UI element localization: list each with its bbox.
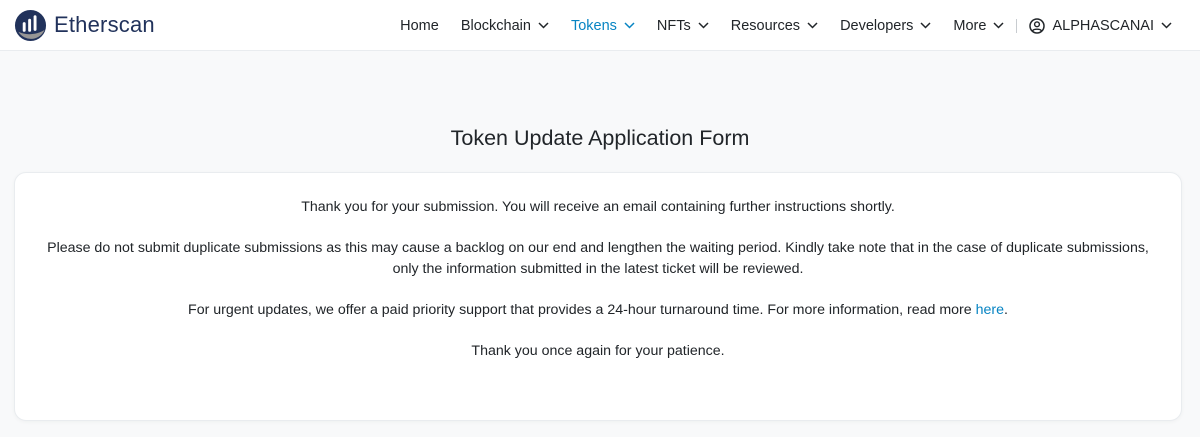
nav-more[interactable]: More bbox=[953, 18, 1004, 34]
nav-user-label: ALPHASCANAI bbox=[1052, 17, 1154, 34]
chevron-down-icon bbox=[624, 22, 635, 29]
urgent-support-text: For urgent updates, we offer a paid prio… bbox=[188, 302, 976, 318]
read-more-here-link[interactable]: here bbox=[976, 302, 1004, 318]
page-title: Token Update Application Form bbox=[450, 126, 750, 150]
nav-blockchain[interactable]: Blockchain bbox=[461, 18, 549, 34]
user-circle-icon bbox=[1029, 17, 1046, 34]
chevron-down-icon bbox=[807, 22, 818, 29]
brand-home-link[interactable]: Etherscan bbox=[14, 8, 155, 42]
urgent-support-message: For urgent updates, we offer a paid prio… bbox=[41, 300, 1155, 321]
confirmation-card: Thank you for your submission. You will … bbox=[14, 172, 1182, 421]
urgent-support-suffix: . bbox=[1004, 302, 1008, 318]
nav-tokens[interactable]: Tokens bbox=[571, 18, 635, 34]
nav-resources[interactable]: Resources bbox=[731, 18, 818, 34]
nav-tokens-label: Tokens bbox=[570, 17, 617, 34]
etherscan-logo-icon bbox=[14, 9, 47, 41]
brand-name: Etherscan bbox=[54, 12, 155, 37]
main-nav: Home Blockchain Tokens NFTs Resources De… bbox=[378, 0, 1172, 51]
nav-more-label: More bbox=[953, 17, 987, 34]
patience-message: Thank you once again for your patience. bbox=[471, 343, 725, 359]
nav-developers[interactable]: Developers bbox=[840, 18, 931, 34]
nav-blockchain-label: Blockchain bbox=[460, 17, 531, 34]
top-navbar: Etherscan Home Blockchain Tokens NFTs Re… bbox=[0, 0, 1200, 51]
chevron-down-icon bbox=[1161, 22, 1172, 29]
nav-home-label: Home bbox=[400, 17, 439, 34]
thank-you-message: Thank you for your submission. You will … bbox=[301, 199, 895, 215]
chevron-down-icon bbox=[698, 22, 709, 29]
chevron-down-icon bbox=[538, 22, 549, 29]
chevron-down-icon bbox=[920, 22, 931, 29]
nav-nfts[interactable]: NFTs bbox=[657, 18, 709, 34]
nav-divider bbox=[1016, 18, 1018, 33]
nav-nfts-label: NFTs bbox=[656, 17, 691, 34]
nav-resources-label: Resources bbox=[730, 17, 801, 34]
nav-developers-label: Developers bbox=[840, 17, 914, 34]
nav-home[interactable]: Home bbox=[400, 18, 439, 34]
chevron-down-icon bbox=[993, 22, 1004, 29]
duplicate-warning-message: Please do not submit duplicate submissio… bbox=[47, 240, 1149, 277]
nav-user-menu[interactable]: ALPHASCANAI bbox=[1029, 18, 1172, 34]
confirmation-card-body: Thank you for your submission. You will … bbox=[15, 173, 1181, 362]
